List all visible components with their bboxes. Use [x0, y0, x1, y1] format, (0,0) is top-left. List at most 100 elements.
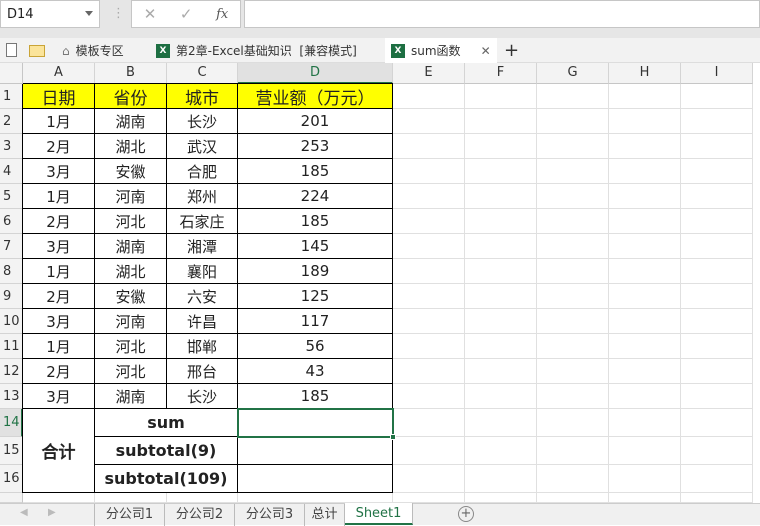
data-cell[interactable]: 湖南: [95, 234, 167, 259]
cell[interactable]: [681, 84, 753, 109]
row-header-14[interactable]: 14: [0, 409, 23, 437]
cell[interactable]: [609, 84, 681, 109]
cell[interactable]: [681, 159, 753, 184]
cell[interactable]: [23, 493, 95, 503]
header-cell[interactable]: 省份: [95, 84, 167, 109]
data-cell[interactable]: 武汉: [167, 134, 238, 159]
data-cell[interactable]: 189: [238, 259, 393, 284]
data-cell[interactable]: 1月: [23, 109, 95, 134]
cell[interactable]: [537, 184, 609, 209]
cell[interactable]: [393, 334, 465, 359]
cell[interactable]: [465, 493, 537, 503]
cell[interactable]: [465, 209, 537, 234]
cell[interactable]: [465, 159, 537, 184]
cell[interactable]: [609, 465, 681, 493]
data-cell[interactable]: 1月: [23, 184, 95, 209]
cell[interactable]: [393, 159, 465, 184]
cell[interactable]: [609, 409, 681, 437]
column-header-H[interactable]: H: [609, 63, 681, 84]
cell[interactable]: [609, 334, 681, 359]
cell[interactable]: [393, 465, 465, 493]
cell[interactable]: [465, 109, 537, 134]
cell[interactable]: [537, 284, 609, 309]
cell[interactable]: [393, 384, 465, 409]
data-cell[interactable]: 2月: [23, 359, 95, 384]
cell[interactable]: [537, 84, 609, 109]
data-cell[interactable]: 合肥: [167, 159, 238, 184]
summary-value-cell[interactable]: [238, 437, 393, 465]
column-header-A[interactable]: A: [23, 63, 95, 84]
data-cell[interactable]: 253: [238, 134, 393, 159]
data-cell[interactable]: 3月: [23, 309, 95, 334]
cell[interactable]: [681, 259, 753, 284]
cell[interactable]: [393, 84, 465, 109]
cell[interactable]: [393, 184, 465, 209]
row-header-15[interactable]: 15: [0, 437, 23, 465]
cell[interactable]: [393, 259, 465, 284]
new-file-icon[interactable]: [6, 43, 17, 57]
cell[interactable]: [537, 437, 609, 465]
cell[interactable]: [465, 465, 537, 493]
folder-icon[interactable]: [29, 45, 45, 57]
selected-cell-D14[interactable]: [237, 408, 394, 438]
row-header-1[interactable]: 1: [0, 84, 23, 109]
formula-input[interactable]: [244, 0, 760, 28]
cell[interactable]: [393, 134, 465, 159]
summary-value-cell[interactable]: [238, 465, 393, 493]
data-cell[interactable]: 许昌: [167, 309, 238, 334]
cell[interactable]: [393, 493, 465, 503]
file-tab-chapter2[interactable]: X 第2章-Excel基础知识 [兼容模式]: [150, 38, 385, 63]
row-header-5[interactable]: 5: [0, 184, 23, 209]
cell[interactable]: [393, 409, 465, 437]
data-cell[interactable]: 224: [238, 184, 393, 209]
data-cell[interactable]: 2月: [23, 134, 95, 159]
summary-function-cell[interactable]: subtotal(109): [95, 465, 238, 493]
data-cell[interactable]: 145: [238, 234, 393, 259]
data-cell[interactable]: 湖南: [95, 109, 167, 134]
cell[interactable]: [465, 384, 537, 409]
cell[interactable]: [609, 134, 681, 159]
cell[interactable]: [681, 359, 753, 384]
cell[interactable]: [465, 437, 537, 465]
name-box[interactable]: D14: [0, 0, 100, 28]
cell[interactable]: [537, 384, 609, 409]
cell[interactable]: [465, 284, 537, 309]
row-header-9[interactable]: 9: [0, 284, 23, 309]
data-cell[interactable]: 襄阳: [167, 259, 238, 284]
cell[interactable]: [681, 184, 753, 209]
cell[interactable]: [609, 493, 681, 503]
cell[interactable]: [609, 259, 681, 284]
cell[interactable]: [681, 437, 753, 465]
scroll-right-icon[interactable]: ▶: [48, 507, 56, 518]
row-header-7[interactable]: 7: [0, 234, 23, 259]
data-cell[interactable]: 河南: [95, 184, 167, 209]
cell[interactable]: [537, 259, 609, 284]
cell[interactable]: [681, 384, 753, 409]
cell[interactable]: [537, 493, 609, 503]
cell[interactable]: [681, 234, 753, 259]
cell[interactable]: [681, 465, 753, 493]
cell[interactable]: [167, 493, 238, 503]
data-cell[interactable]: 湖北: [95, 259, 167, 284]
row-header-2[interactable]: 2: [0, 109, 23, 134]
cell[interactable]: [609, 159, 681, 184]
data-cell[interactable]: 郑州: [167, 184, 238, 209]
cell[interactable]: [681, 284, 753, 309]
cell[interactable]: [681, 493, 753, 503]
row-header-11[interactable]: 11: [0, 334, 23, 359]
data-cell[interactable]: 201: [238, 109, 393, 134]
cell[interactable]: [537, 334, 609, 359]
row-header-4[interactable]: 4: [0, 159, 23, 184]
header-cell[interactable]: 营业额（万元）: [238, 84, 393, 109]
cell[interactable]: [537, 159, 609, 184]
cell[interactable]: [537, 465, 609, 493]
cell[interactable]: [465, 309, 537, 334]
add-sheet-icon[interactable]: +: [458, 506, 474, 522]
cell[interactable]: [465, 84, 537, 109]
summary-function-cell[interactable]: sum: [95, 409, 238, 437]
cell[interactable]: [537, 109, 609, 134]
data-cell[interactable]: 1月: [23, 334, 95, 359]
cell[interactable]: [393, 284, 465, 309]
cell[interactable]: [465, 134, 537, 159]
chevron-down-icon[interactable]: [85, 11, 93, 16]
